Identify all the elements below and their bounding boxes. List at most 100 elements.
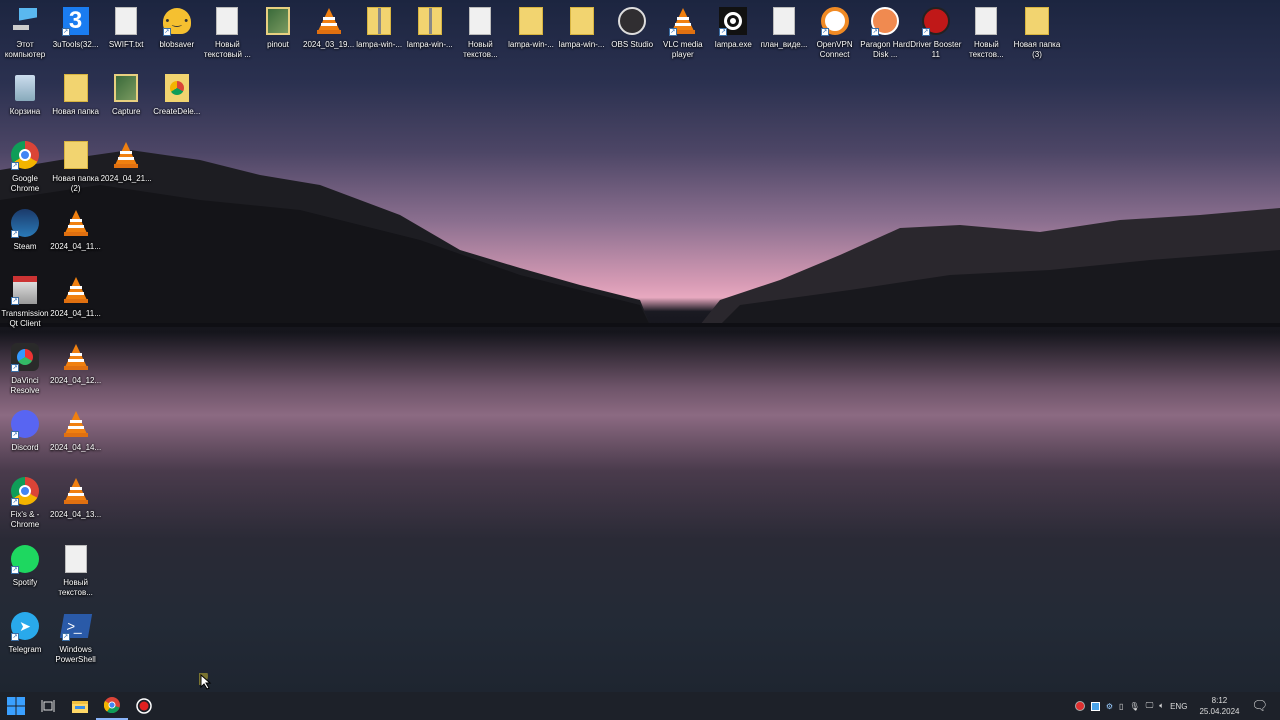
desktop-icon-label: pinout — [267, 40, 289, 49]
desktop-icon[interactable]: CreateDele... — [152, 69, 202, 133]
shortcut-arrow-icon: ↗ — [871, 28, 880, 36]
desktop-icon[interactable]: ↗ Steam — [0, 204, 50, 268]
desktop-icon[interactable]: ➤ ↗ Telegram — [0, 607, 50, 671]
desktop-icon[interactable]: 2024_04_11... — [50, 204, 101, 268]
desktop-icon[interactable]: Новый текстов... — [51, 540, 101, 604]
network-tray-icon[interactable]: 🖵︎ — [1146, 701, 1154, 711]
desktop-icon[interactable]: ↗ Driver Booster 11 — [910, 2, 962, 66]
desktop-icon[interactable]: Новая папка (3) — [1012, 2, 1062, 66]
desktop-icon[interactable]: Новый текстов... — [455, 2, 505, 66]
desktop-icon[interactable]: SWIFT.txt — [101, 2, 151, 66]
desktop-icon[interactable]: ↗ Transmission Qt Client — [0, 271, 50, 335]
steam-icon: ↗ — [10, 208, 40, 238]
desktop-icon[interactable]: 2024_03_19... — [303, 2, 354, 66]
desktop-icon[interactable]: pinout — [253, 2, 303, 66]
microphone-tray-icon[interactable]: 🎙︎ — [1129, 702, 1139, 711]
usb-tray-icon[interactable]: ▯ — [1119, 702, 1123, 711]
desktop-icon-label: Windows PowerShell — [55, 644, 96, 664]
shortcut-arrow-icon: ↗ — [11, 498, 19, 507]
vlc-icon — [314, 6, 344, 36]
desktop-icon-label: Steam — [13, 241, 37, 251]
powershell-icon: >_ ↗ — [59, 611, 92, 641]
desktop-icon[interactable]: >_ ↗ Windows PowerShell — [51, 607, 101, 671]
desktop-icon-label: Новый текстовый ... — [203, 40, 251, 59]
volume-tray-icon[interactable]: 🔈︎ — [1159, 701, 1164, 711]
desktop-icon[interactable]: 2024_04_12... — [50, 338, 102, 402]
clock[interactable]: 8:12 25.04.2024 — [1199, 695, 1239, 717]
desktop-icon[interactable]: ↗ lampa.exe — [708, 2, 758, 66]
desktop-icon-label: Spotify — [12, 577, 38, 587]
shortcut-arrow-icon: ↗ — [11, 229, 19, 238]
recording-tray-icon[interactable] — [1074, 701, 1085, 711]
desktop-icon-label: Fix's & - Chrome — [10, 510, 40, 530]
zip-icon — [415, 6, 445, 36]
folder-icon — [61, 73, 91, 103]
desktop-icon-label: план_виде... — [760, 40, 808, 49]
desktop-icon[interactable]: lampa-win-... — [354, 2, 404, 66]
language-indicator[interactable]: ENG — [1170, 702, 1187, 711]
folderimg-icon — [263, 6, 293, 36]
desktop-icon-label: Capture — [111, 107, 141, 117]
vlc-icon: ↗ — [668, 6, 698, 36]
chrome-icon — [104, 697, 120, 713]
desktop-icon[interactable]: Корзина — [0, 69, 50, 133]
start-button[interactable] — [0, 692, 32, 720]
paragon-icon: ↗ — [870, 6, 900, 36]
desktop-icon[interactable]: lampa-win-... — [506, 2, 556, 66]
desktop-icon-label: lampa-win-... — [406, 40, 453, 49]
notification-center-icon[interactable]: 🗨︎ — [1251, 698, 1268, 714]
desktop-icon[interactable]: ↗ Spotify — [0, 540, 50, 604]
desktop-icon[interactable]: 3 ↗ 3uTools(32... — [51, 2, 101, 66]
desktop-icon[interactable]: Этот компьютер — [0, 2, 50, 66]
vlc-icon — [61, 476, 91, 506]
onedrive-tray-icon[interactable] — [1090, 701, 1100, 711]
shortcut-arrow-icon: ↗ — [11, 364, 19, 372]
desktop-icon[interactable]: Новая папка (2) — [51, 136, 101, 200]
desktop-icon[interactable]: ↗ VLC media player — [658, 2, 708, 66]
desktop-icon[interactable]: 2024_04_11... — [50, 271, 101, 335]
desktop-icon-label: Новый текстов... — [463, 40, 498, 59]
desktop-icon-label: Этот компьютер — [4, 40, 46, 59]
obs-recording-button[interactable] — [128, 692, 160, 720]
desktop-icon[interactable]: ↗ OpenVPN Connect — [810, 2, 860, 66]
desktop-icon[interactable]: 2024_04_14... — [50, 405, 101, 469]
desktop-icon-label: Driver Booster 11 — [910, 40, 962, 59]
obs-icon — [617, 6, 647, 36]
steam-tray-icon[interactable]: ⚙ — [1106, 702, 1113, 711]
shortcut-arrow-icon: ↗ — [11, 296, 19, 305]
desktop-icon[interactable]: OBS Studio — [607, 2, 657, 66]
shortcut-arrow-icon: ↗ — [61, 632, 70, 641]
desktop-icon[interactable]: Новая папка — [51, 69, 101, 133]
folder-icon — [61, 140, 91, 170]
driver-icon: ↗ — [921, 6, 951, 36]
desktop-icon[interactable]: ↗ DaVinci Resolve — [0, 338, 50, 402]
shortcut-arrow-icon: ↗ — [719, 28, 728, 36]
chrome-taskbar-button[interactable] — [96, 692, 128, 720]
task-view-button[interactable] — [32, 692, 64, 720]
openvpn-icon: ↗ — [820, 6, 850, 36]
desktop-icon[interactable]: ↗ Paragon Hard Disk ... — [860, 2, 910, 66]
desktop-icon[interactable]: • ‿ • ↗ blobsaver — [152, 2, 202, 66]
desktop-icon[interactable]: Capture — [101, 69, 151, 133]
file-explorer-button[interactable] — [64, 692, 96, 720]
desktop-icon-label: SWIFT.txt — [108, 40, 144, 49]
transmission-icon: ↗ — [10, 275, 40, 305]
desktop-icon[interactable]: Новый текстовый ... — [202, 2, 252, 66]
taskbar: ⚙ ▯ 🎙︎ 🖵︎ 🔈︎ ENG 8:12 25.04.2024 🗨︎ — [0, 692, 1280, 720]
desktop-icon[interactable]: lampa-win-... — [405, 2, 455, 66]
shortcut-arrow-icon: ↗ — [11, 632, 19, 641]
desktop-icon[interactable]: ↗ Discord — [0, 405, 50, 469]
desktop-icon[interactable]: план_виде... — [759, 2, 809, 66]
desktop-icon-label: 2024_04_12... — [50, 376, 102, 385]
desktop-icon[interactable]: 2024_04_21... — [101, 136, 152, 200]
desktop-icon[interactable]: lampa-win-... — [557, 2, 607, 66]
desktop-icon-label: OpenVPN Connect — [816, 40, 853, 59]
folder-icon — [567, 6, 597, 36]
desktop-icon[interactable]: 2024_04_13... — [50, 472, 101, 536]
desktop-icon-label: blobsaver — [159, 40, 195, 49]
desktop-icon[interactable]: ↗ Google Chrome — [0, 136, 50, 200]
desktop-icon-label: OBS Studio — [611, 40, 654, 49]
desktop-icon[interactable]: ↗ Fix's & - Chrome — [0, 472, 50, 536]
desktop-icon[interactable]: Новый текстов... — [961, 2, 1011, 66]
bin-icon — [10, 73, 40, 103]
